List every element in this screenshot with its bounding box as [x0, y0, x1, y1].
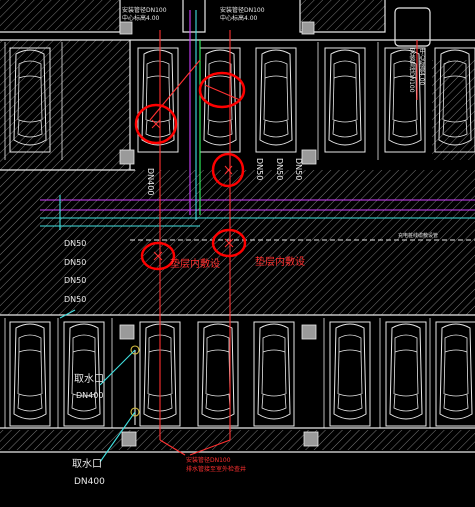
top-right-note-line1: 安装管径DN100: [408, 48, 415, 93]
cad-drawing-canvas: [0, 0, 475, 463]
floor-lay-label-1: 垫层内敷设: [170, 259, 220, 270]
floor-lay-label-2: 垫层内敷设: [255, 257, 305, 268]
dn50-label-c: DN50: [294, 158, 303, 181]
drain-inlet-label-2: 取水口: [72, 459, 102, 470]
top-note-1-line1: 安装管径DN100: [122, 7, 167, 14]
top-right-note-line2: 中心标高4.00: [418, 48, 425, 86]
top-note-2-line2: 中心标高4.00: [220, 15, 258, 22]
drain-dn-label-1: DN400: [76, 391, 104, 400]
dn50-label-b: DN50: [275, 158, 284, 181]
right-line-note: 充电桩线缆敷设管: [398, 233, 439, 239]
bottom-note-line2: 排水管接至室外检查井: [186, 466, 247, 473]
left-dn50-label-1: DN50: [64, 239, 87, 248]
drain-dn-label-2: DN400: [74, 477, 105, 487]
left-dn50-label-3: DN50: [64, 276, 87, 285]
dn400-vertical-label: DN400: [146, 168, 155, 196]
bottom-note-line1: 安装管径DN100: [186, 457, 231, 464]
top-note-2-line1: 安装管径DN100: [220, 7, 265, 14]
drain-inlet-label-1: 取水口: [74, 374, 104, 385]
dn50-label-a: DN50: [255, 158, 264, 181]
left-dn50-label-4: DN50: [64, 295, 87, 304]
left-dn50-label-2: DN50: [64, 258, 87, 267]
top-note-1-line2: 中心标高4.00: [122, 15, 160, 22]
